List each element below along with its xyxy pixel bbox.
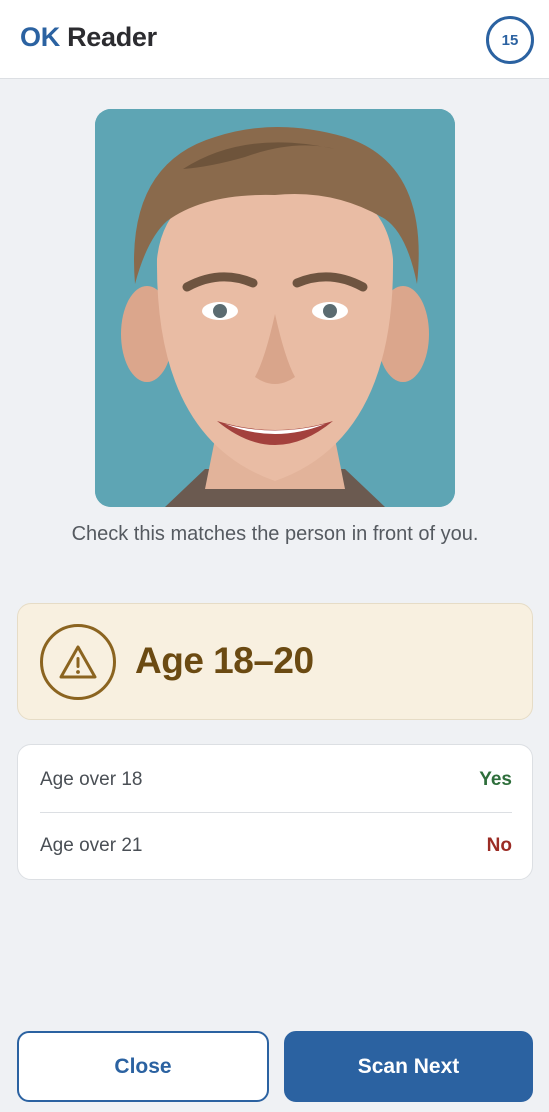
- warning-triangle-icon: [59, 645, 97, 679]
- scan-count-value: 15: [501, 31, 519, 49]
- check-result-yes: Yes: [479, 768, 512, 790]
- id-photo: [95, 109, 455, 507]
- scan-count-badge[interactable]: 15: [486, 16, 534, 64]
- brand-reader: Reader: [67, 22, 157, 52]
- check-label: Age over 21: [40, 835, 143, 856]
- scan-next-button[interactable]: Scan Next: [284, 1031, 533, 1102]
- app-header: OK Reader 15: [0, 0, 549, 79]
- check-result-no: No: [486, 835, 512, 856]
- close-button[interactable]: Close: [17, 1031, 269, 1102]
- age-range-card: Age 18–20: [17, 603, 533, 720]
- check-label: Age over 18: [40, 768, 143, 790]
- face-photo-icon: [95, 109, 455, 507]
- app-title: OK Reader: [20, 22, 157, 53]
- check-row-over-21: Age over 21 No: [40, 813, 512, 879]
- brand-ok: OK: [20, 22, 60, 52]
- age-checks-list: Age over 18 Yes Age over 21 No: [17, 744, 533, 880]
- photo-match-hint: Check this matches the person in front o…: [71, 523, 479, 545]
- age-range-label: Age 18–20: [135, 640, 314, 681]
- warning-circle: [40, 624, 116, 700]
- check-row-over-18: Age over 18 Yes: [40, 747, 512, 813]
